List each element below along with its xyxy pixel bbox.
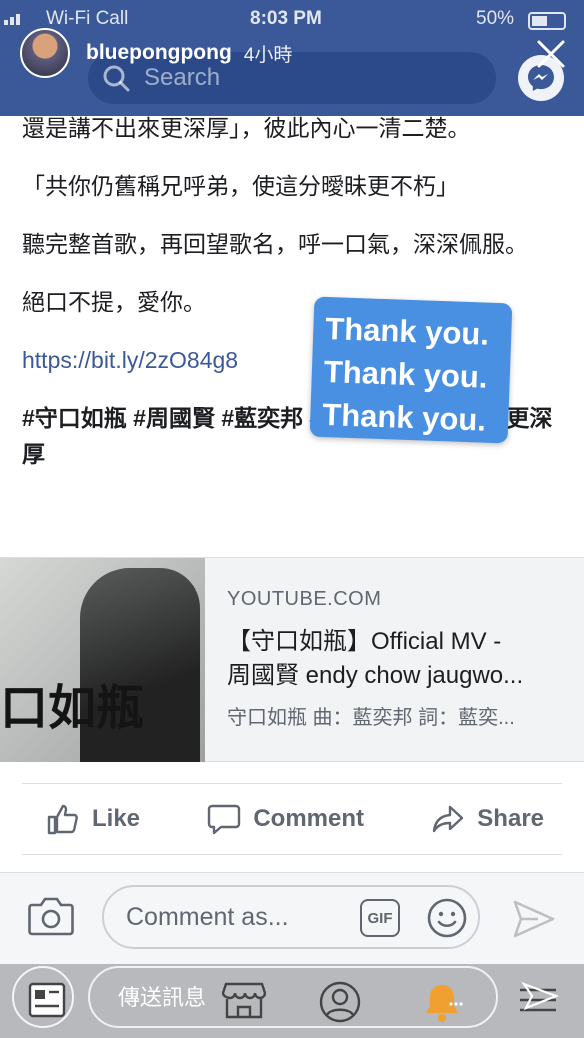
- link-title-line-1: 【守口如瓶】Official MV -: [227, 628, 502, 655]
- link-preview-body[interactable]: YOUTUBE.COM 【守口如瓶】Official MV - 周國賢 endy…: [205, 558, 584, 761]
- camera-icon[interactable]: [28, 895, 74, 937]
- send-icon[interactable]: [512, 899, 556, 939]
- story-timestamp: 4小時: [243, 44, 293, 66]
- bell-icon[interactable]: [420, 980, 464, 1024]
- comment-placeholder: Comment as...: [126, 903, 289, 931]
- speech-bubble-icon: [208, 804, 241, 835]
- battery-icon: [528, 12, 566, 30]
- video-thumbnail[interactable]: 口如瓶: [0, 558, 205, 762]
- link-domain: YOUTUBE.COM: [227, 588, 382, 610]
- post-actions: Like Comment Share: [22, 783, 562, 855]
- top-bar: Wi-Fi Call 8:03 PM 50% Search bluepongpo…: [0, 0, 584, 116]
- comment-button[interactable]: Comment: [207, 802, 364, 836]
- carrier-label: Wi-Fi Call: [46, 8, 129, 29]
- share-button[interactable]: Share: [431, 802, 544, 836]
- like-button[interactable]: Like: [46, 802, 140, 836]
- profile-icon[interactable]: [318, 980, 362, 1024]
- news-feed-icon[interactable]: [27, 980, 67, 1020]
- bottom-nav: 傳送訊息: [0, 964, 584, 1038]
- battery-percent: 50%: [476, 8, 515, 29]
- post-paragraph: 聽完整首歌，再回望歌名，呼一口氣，深深佩服。: [22, 231, 528, 257]
- thumbnail-calligraphy: 口如瓶: [0, 680, 145, 736]
- sticker-line: Thank you.: [323, 353, 489, 395]
- like-label: Like: [92, 805, 141, 832]
- link-description: 守口如瓶 曲：藍奕邦 詞：藍奕...: [227, 707, 515, 729]
- smiley-icon[interactable]: [426, 897, 468, 939]
- story-author: bluepongpong 4小時: [20, 28, 292, 78]
- gif-button[interactable]: GIF: [360, 899, 400, 937]
- store-icon[interactable]: [222, 980, 266, 1020]
- link-preview-card[interactable]: 口如瓶 YOUTUBE.COM 【守口如瓶】Official MV - 周國賢 …: [0, 557, 584, 762]
- post-paragraph: 「共你仍舊稱兄呼弟，使這分曖昧更不朽」: [22, 173, 459, 199]
- avatar[interactable]: [20, 28, 70, 78]
- menu-icon[interactable]: [516, 980, 560, 1020]
- story-username[interactable]: bluepongpong: [86, 41, 232, 65]
- thumbs-up-icon: [47, 804, 78, 835]
- clock: 8:03 PM: [250, 8, 322, 29]
- comment-label: Comment: [253, 805, 364, 832]
- sticker-line: Thank you.: [321, 396, 487, 438]
- sticker-line: Thank you.: [324, 310, 490, 352]
- story-reply-placeholder: 傳送訊息: [118, 985, 207, 1010]
- signal-icon: [4, 14, 20, 25]
- comment-input[interactable]: Comment as... GIF: [102, 885, 480, 949]
- post-paragraph: 還是講不出來更深厚」，彼此內心一清二楚。: [22, 115, 471, 141]
- share-arrow-icon: [433, 805, 464, 833]
- share-label: Share: [477, 805, 544, 832]
- thank-you-sticker[interactable]: Thank you. Thank you. Thank you.: [309, 296, 513, 444]
- close-icon[interactable]: [533, 36, 569, 72]
- link-title-line-2: 周國賢 endy chow jaugwo...: [227, 662, 524, 689]
- comment-composer: Comment as... GIF: [0, 872, 584, 964]
